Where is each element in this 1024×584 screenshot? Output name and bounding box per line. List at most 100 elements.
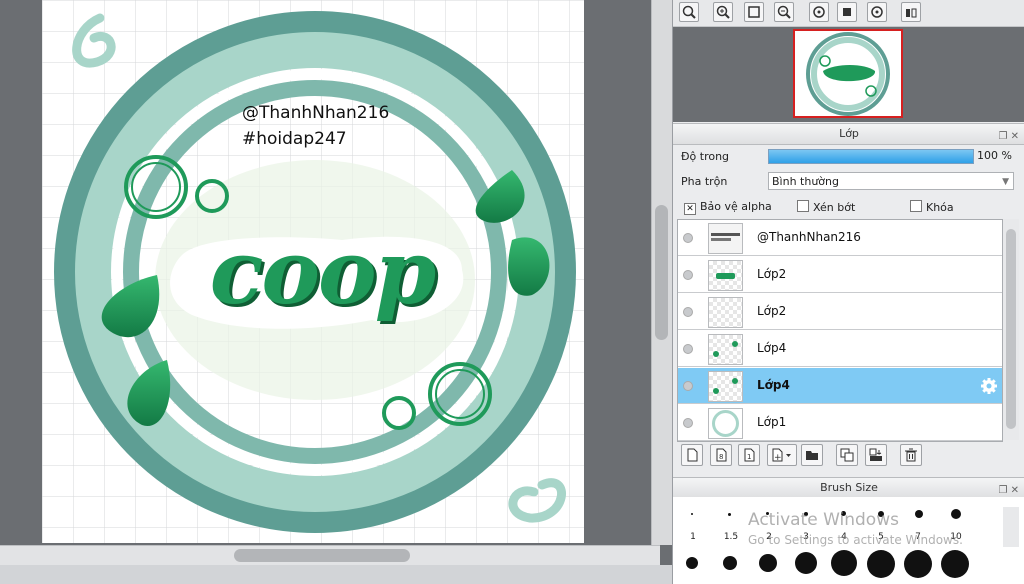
checkbox-box: ✕ [684, 203, 696, 215]
layer-row[interactable]: Lớp4 [678, 331, 1002, 367]
new-layer-1bit-button[interactable]: 1 [738, 444, 760, 466]
svg-text:8: 8 [719, 453, 723, 461]
layer-thumb-text [711, 233, 740, 241]
brush-dot [759, 554, 777, 572]
brush-size-option[interactable] [686, 557, 698, 569]
brush-dot [904, 550, 932, 578]
visibility-icon[interactable] [683, 344, 693, 354]
right-panel: Lớp ❐ ✕ Độ trong 100 % Pha trộn Bình thư… [672, 0, 1024, 584]
navigator-thumbnail[interactable] [793, 29, 903, 118]
brush-size-option[interactable] [795, 552, 817, 574]
brush-size-option[interactable] [759, 554, 777, 572]
fit-screen-icon [748, 6, 760, 18]
layer-thumb-ring [712, 410, 739, 437]
fit-window-button[interactable] [744, 2, 764, 22]
scrollbar-thumb[interactable] [655, 205, 668, 340]
layer-name: Lớp4 [757, 341, 787, 355]
layer-toolbar: 8 1 + [673, 442, 1024, 470]
clipping-label: Xén bớt [813, 201, 856, 214]
add-layer-dropdown-button[interactable]: + [767, 444, 797, 466]
brush-size-option[interactable] [867, 550, 895, 578]
rotate-right-icon [871, 6, 883, 18]
merge-down-button[interactable] [865, 444, 887, 466]
zoom-in-icon [716, 5, 730, 19]
canvas-area[interactable]: coop @ThanhNhan216 #hoidap247 [0, 0, 650, 545]
svg-text:1: 1 [747, 453, 751, 461]
blend-mode-select[interactable]: Bình thường ▼ [768, 172, 1014, 190]
layer-name: @ThanhNhan216 [757, 230, 861, 244]
layer-row[interactable]: Lớp2 [678, 257, 1002, 293]
brush-size-option[interactable] [831, 550, 857, 576]
zoom-in-button[interactable] [713, 2, 733, 22]
layer-thumbnail [708, 408, 743, 439]
zoom-reset-button[interactable] [679, 2, 699, 22]
opacity-slider[interactable] [768, 149, 974, 164]
zoom-out-icon [777, 5, 791, 19]
visibility-icon[interactable] [683, 307, 693, 317]
visibility-icon[interactable] [683, 270, 693, 280]
brush-scrollbar[interactable] [1003, 507, 1019, 547]
thumbnail-image [795, 31, 901, 116]
artwork-canvas[interactable]: coop @ThanhNhan216 #hoidap247 [42, 0, 584, 543]
layer-row[interactable]: Lớp1 [678, 405, 1002, 441]
add-layer-icon: + [772, 448, 791, 462]
opacity-label: Độ trong [681, 150, 730, 163]
layer-name: Lớp1 [757, 415, 787, 429]
navigator-preview[interactable] [673, 27, 1024, 122]
clipping-checkbox[interactable]: Xén bớt [797, 200, 855, 214]
scrollbar-thumb[interactable] [234, 549, 410, 562]
brush-dot [686, 557, 698, 569]
scrollbar-thumb[interactable] [1006, 229, 1016, 429]
layer-list[interactable]: @ThanhNhan216 Lớp2 Lớp2 Lớp4 Lớp4 Lớp1 [677, 219, 1003, 442]
brush-size-panel-header: Brush Size ❐ ✕ [673, 477, 1024, 499]
canvas-horizontal-scrollbar[interactable] [0, 545, 660, 566]
layer-list-scrollbar[interactable] [1003, 219, 1019, 440]
new-layer-8bit-button[interactable]: 8 [710, 444, 732, 466]
layer-row-selected[interactable]: Lớp4 [678, 368, 1002, 404]
visibility-icon[interactable] [683, 381, 693, 391]
rotate-left-icon [813, 6, 825, 18]
brush-dot [691, 513, 693, 515]
canvas-vertical-scrollbar[interactable] [651, 0, 672, 545]
layer-thumb-drops [713, 341, 738, 357]
new-layer-button[interactable] [681, 444, 703, 466]
watermark-subtitle: Go to Settings to activate Windows. [748, 533, 963, 547]
flip-icon [906, 8, 917, 18]
layer-row[interactable]: @ThanhNhan216 [678, 220, 1002, 256]
visibility-icon[interactable] [683, 418, 693, 428]
protect-alpha-label: Bảo vệ alpha [700, 200, 772, 213]
brush-size-option[interactable] [691, 513, 693, 515]
delete-layer-button[interactable] [900, 444, 922, 466]
lock-checkbox[interactable]: Khóa [910, 200, 954, 214]
duplicate-layer-button[interactable] [836, 444, 858, 466]
brush-size-option[interactable] [904, 550, 932, 578]
brush-size-option[interactable] [728, 513, 731, 516]
rotate-left-button[interactable] [809, 2, 829, 22]
artwork-lettering: coop [209, 220, 437, 324]
lock-label: Khóa [926, 201, 954, 214]
visibility-icon[interactable] [683, 233, 693, 243]
brush-dot [867, 550, 895, 578]
brush-size-option[interactable] [941, 550, 969, 578]
opacity-value: 100 % [977, 149, 1012, 162]
zoom-icon [682, 5, 696, 19]
gear-icon[interactable] [980, 377, 998, 395]
windows-activation-watermark: Activate Windows Go to Settings to activ… [748, 510, 963, 550]
zoom-out-button[interactable] [774, 2, 794, 22]
navigator-toolbar [673, 0, 1024, 27]
rotate-right-button[interactable] [867, 2, 887, 22]
flip-button[interactable] [901, 2, 921, 22]
folder-icon [806, 451, 818, 460]
layer-row[interactable]: Lớp2 [678, 294, 1002, 330]
credit-username: @ThanhNhan216 [242, 103, 390, 123]
blend-mode-value: Bình thường [772, 175, 839, 188]
reset-view-icon [843, 8, 851, 16]
brush-dot [723, 556, 737, 570]
new-folder-button[interactable] [801, 444, 823, 466]
watermark-title: Activate Windows [748, 510, 899, 530]
reset-rotation-button[interactable] [837, 2, 857, 22]
protect-alpha-checkbox[interactable]: ✕ Bảo vệ alpha [684, 200, 772, 215]
brush-size-option[interactable] [723, 556, 737, 570]
blend-mode-label: Pha trộn [681, 175, 728, 188]
panel-float-close-icons[interactable]: ❐ ✕ [998, 127, 1019, 147]
